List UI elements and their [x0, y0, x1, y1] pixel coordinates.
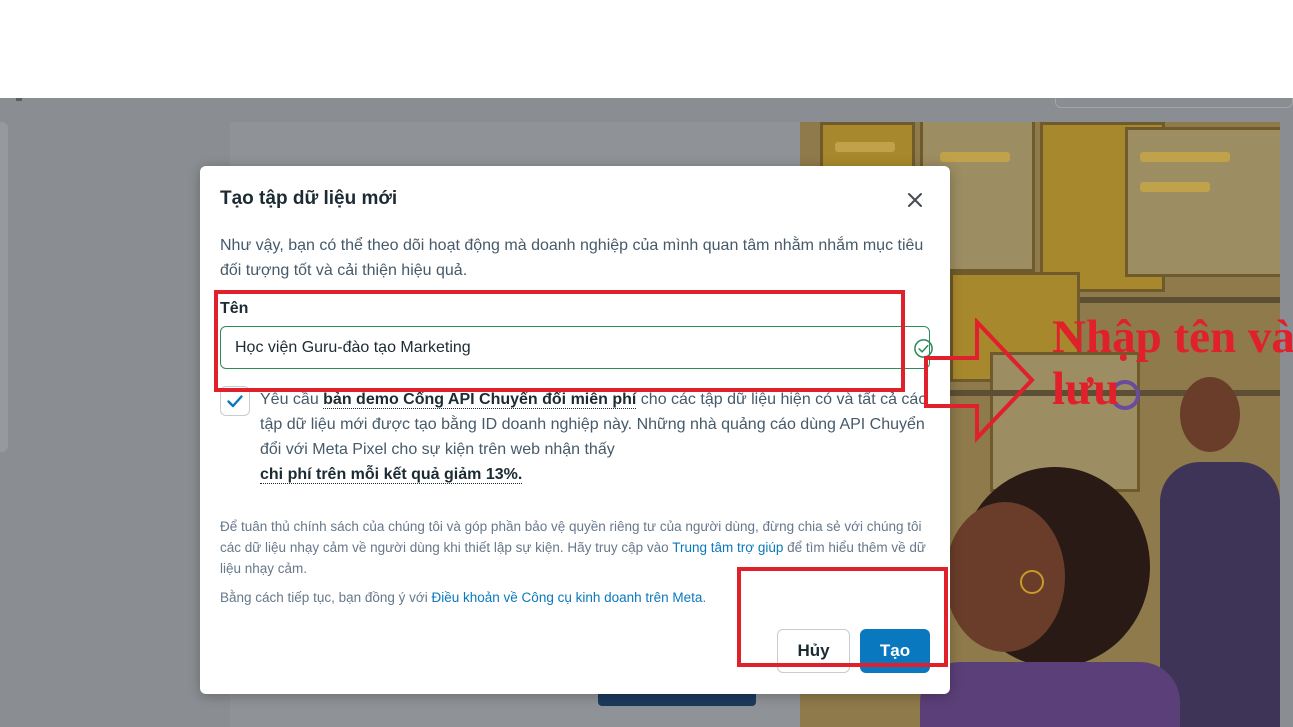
dialog-description: Như vậy, bạn có thể theo dõi hoạt động m…	[220, 237, 924, 279]
background-left-panel	[0, 122, 8, 452]
business-tools-terms-link[interactable]: Điều khoản về Công cụ kinh doanh trên Me…	[432, 590, 703, 605]
background-top-right-panel	[1055, 98, 1293, 108]
cost-reduction-link[interactable]: chi phí trên mỗi kết quả giảm 13%.	[260, 466, 523, 484]
name-field-highlight	[214, 290, 905, 392]
arrow-right-icon	[924, 318, 1035, 443]
dialog-title: Tạo tập dữ liệu mới	[220, 188, 398, 209]
buttons-highlight	[737, 567, 948, 667]
close-button[interactable]	[903, 188, 927, 212]
top-blank-area	[0, 0, 1293, 98]
close-icon[interactable]	[907, 192, 923, 208]
annotation-line-1: Nhập tên và	[1052, 311, 1293, 363]
consent-text-part1: Yêu cầu	[260, 391, 324, 408]
annotation-line-2: lưu	[1052, 363, 1120, 415]
annotation-instruction: Nhập tên và lưu	[1052, 311, 1293, 431]
demo-request-text: Yêu cầu bản demo Cổng API Chuyển đổi miễ…	[260, 387, 930, 487]
background-fragment	[16, 98, 22, 101]
terms-text-part1: Bằng cách tiếp tục, bạn đồng ý với	[220, 590, 432, 605]
terms-text-part2: .	[702, 590, 707, 605]
demo-link[interactable]: bản demo Cổng API Chuyển đổi miễn phí	[323, 391, 637, 409]
help-center-link[interactable]: Trung tâm trợ giúp	[672, 540, 783, 555]
checkmark-icon	[227, 395, 243, 408]
